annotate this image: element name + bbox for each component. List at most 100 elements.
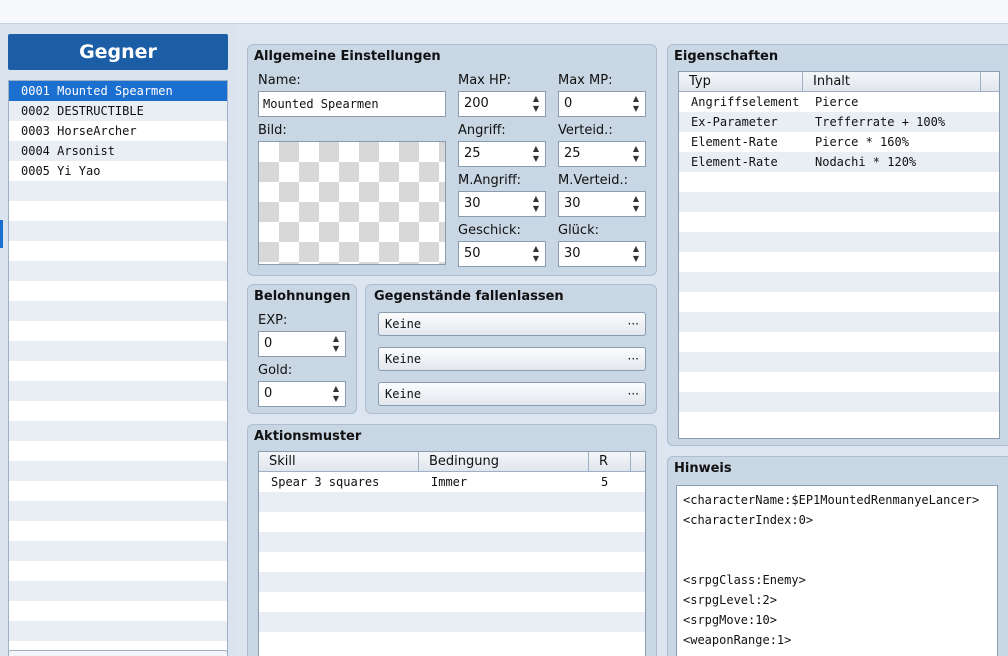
spinner-arrows-icon[interactable]: ▲ ▼ bbox=[529, 94, 543, 114]
enemy-list-empty-row[interactable] bbox=[9, 181, 227, 201]
panel-splitter-handle[interactable] bbox=[0, 220, 3, 248]
enemy-list-empty-row[interactable] bbox=[9, 501, 227, 521]
enemy-list-empty-row[interactable] bbox=[9, 421, 227, 441]
m-defense-spinner[interactable]: 30 ▲ ▼ bbox=[558, 191, 646, 217]
enemy-list-empty-row[interactable] bbox=[9, 581, 227, 601]
note-line bbox=[683, 550, 991, 570]
spinner-arrows-icon[interactable]: ▲ ▼ bbox=[629, 144, 643, 164]
gold-spinner[interactable]: 0 ▲ ▼ bbox=[258, 381, 346, 407]
note-line: <characterIndex:0> bbox=[683, 513, 814, 527]
table-empty-row[interactable] bbox=[679, 412, 999, 432]
max-mp-spinner[interactable]: 0 ▲ ▼ bbox=[558, 91, 646, 117]
enemy-list-empty-row[interactable] bbox=[9, 601, 227, 621]
table-empty-row[interactable] bbox=[679, 192, 999, 212]
column-rating[interactable]: R bbox=[589, 452, 631, 472]
spinner-arrows-icon[interactable]: ▲ ▼ bbox=[329, 384, 343, 404]
spinner-arrows-icon[interactable]: ▲ ▼ bbox=[529, 244, 543, 264]
enemy-list-empty-row[interactable] bbox=[9, 481, 227, 501]
enemy-list-empty-row[interactable] bbox=[9, 621, 227, 641]
max-count-button[interactable] bbox=[8, 650, 228, 656]
m-attack-spinner[interactable]: 30 ▲ ▼ bbox=[458, 191, 546, 217]
table-empty-row[interactable] bbox=[679, 212, 999, 232]
table-empty-row[interactable] bbox=[679, 172, 999, 192]
column-content[interactable]: Inhalt bbox=[803, 72, 981, 92]
table-row[interactable]: Angriffselement Pierce bbox=[679, 92, 999, 112]
table-empty-row[interactable] bbox=[259, 632, 645, 652]
drop-item-1-button[interactable]: Keine ··· bbox=[378, 312, 646, 336]
enemy-list-empty-row[interactable] bbox=[9, 461, 227, 481]
spinner-arrows-icon[interactable]: ▲ ▼ bbox=[529, 194, 543, 214]
table-empty-row[interactable] bbox=[679, 312, 999, 332]
enemy-list-empty-row[interactable] bbox=[9, 201, 227, 221]
spinner-arrows-icon[interactable]: ▲ ▼ bbox=[629, 194, 643, 214]
spinner-arrows-icon[interactable]: ▲ ▼ bbox=[629, 244, 643, 264]
defense-value: 25 bbox=[564, 146, 581, 161]
enemy-list-empty-row[interactable] bbox=[9, 441, 227, 461]
column-condition[interactable]: Bedingung bbox=[419, 452, 589, 472]
action-patterns-table[interactable]: Skill Bedingung R Spear 3 squares Immer 5 bbox=[258, 451, 646, 656]
note-textarea[interactable]: <characterName:$EP1MountedRenmanyeLancer… bbox=[676, 485, 998, 656]
drop-item-3-button[interactable]: Keine ··· bbox=[378, 382, 646, 406]
table-row[interactable]: Element-Rate Pierce * 160% bbox=[679, 132, 999, 152]
table-empty-row[interactable] bbox=[259, 612, 645, 632]
agility-spinner[interactable]: 50 ▲ ▼ bbox=[458, 241, 546, 267]
enemy-list-item[interactable]: 0002 DESTRUCTIBLE bbox=[9, 101, 227, 121]
defense-spinner[interactable]: 25 ▲ ▼ bbox=[558, 141, 646, 167]
enemy-list-empty-row[interactable] bbox=[9, 261, 227, 281]
enemy-list-empty-row[interactable] bbox=[9, 221, 227, 241]
table-empty-row[interactable] bbox=[679, 392, 999, 412]
enemy-list-empty-row[interactable] bbox=[9, 361, 227, 381]
table-row[interactable]: Spear 3 squares Immer 5 bbox=[259, 472, 645, 492]
table-empty-row[interactable] bbox=[259, 492, 645, 512]
enemy-list-item[interactable]: 0003 HorseArcher bbox=[9, 121, 227, 141]
luck-spinner[interactable]: 30 ▲ ▼ bbox=[558, 241, 646, 267]
exp-label: EXP: bbox=[258, 313, 288, 328]
general-settings-title: Allgemeine Einstellungen bbox=[254, 49, 441, 64]
enemy-list-empty-row[interactable] bbox=[9, 381, 227, 401]
traits-table[interactable]: Typ Inhalt Angriffselement Pierce Ex-Param… bbox=[678, 71, 1000, 439]
table-empty-row[interactable] bbox=[679, 272, 999, 292]
enemy-list-empty-row[interactable] bbox=[9, 341, 227, 361]
note-title: Hinweis bbox=[674, 461, 732, 476]
column-skill[interactable]: Skill bbox=[259, 452, 419, 472]
table-empty-row[interactable] bbox=[679, 232, 999, 252]
exp-spinner[interactable]: 0 ▲ ▼ bbox=[258, 331, 346, 357]
enemy-list-item[interactable]: 0004 Arsonist bbox=[9, 141, 227, 161]
spinner-arrows-icon[interactable]: ▲ ▼ bbox=[529, 144, 543, 164]
table-empty-row[interactable] bbox=[679, 372, 999, 392]
action-patterns-group: Aktionsmuster Skill Bedingung R Spear 3 … bbox=[247, 424, 657, 656]
attack-spinner[interactable]: 25 ▲ ▼ bbox=[458, 141, 546, 167]
table-empty-row[interactable] bbox=[679, 292, 999, 312]
enemy-list-empty-row[interactable] bbox=[9, 281, 227, 301]
enemy-list-empty-row[interactable] bbox=[9, 541, 227, 561]
table-empty-row[interactable] bbox=[259, 552, 645, 572]
enemy-image-preview[interactable] bbox=[258, 141, 446, 265]
name-input[interactable]: Mounted Spearmen bbox=[258, 91, 446, 117]
table-empty-row[interactable] bbox=[679, 252, 999, 272]
enemy-list[interactable]: 0001 Mounted Spearmen 0002 DESTRUCTIBLE 00… bbox=[8, 80, 228, 656]
enemy-list-empty-row[interactable] bbox=[9, 401, 227, 421]
spinner-arrows-icon[interactable]: ▲ ▼ bbox=[629, 94, 643, 114]
table-row[interactable]: Ex-Parameter Trefferrate + 100% bbox=[679, 112, 999, 132]
enemy-list-item[interactable]: 0005 Yi Yao bbox=[9, 161, 227, 181]
column-type[interactable]: Typ bbox=[679, 72, 803, 92]
max-hp-spinner[interactable]: 200 ▲ ▼ bbox=[458, 91, 546, 117]
enemy-list-item[interactable]: 0001 Mounted Spearmen bbox=[9, 81, 227, 101]
enemy-list-empty-row[interactable] bbox=[9, 321, 227, 341]
enemy-list-title: Gegner bbox=[8, 34, 228, 70]
table-row[interactable]: Element-Rate Nodachi * 120% bbox=[679, 152, 999, 172]
enemy-list-empty-row[interactable] bbox=[9, 561, 227, 581]
table-empty-row[interactable] bbox=[259, 532, 645, 552]
enemy-list-empty-row[interactable] bbox=[9, 241, 227, 261]
table-empty-row[interactable] bbox=[679, 352, 999, 372]
table-empty-row[interactable] bbox=[259, 592, 645, 612]
table-empty-row[interactable] bbox=[679, 332, 999, 352]
spinner-arrows-icon[interactable]: ▲ ▼ bbox=[329, 334, 343, 354]
note-line: <weaponRange:1> bbox=[683, 633, 792, 647]
drop-item-2-button[interactable]: Keine ··· bbox=[378, 347, 646, 371]
m-defense-value: 30 bbox=[564, 196, 581, 211]
table-empty-row[interactable] bbox=[259, 512, 645, 532]
enemy-list-empty-row[interactable] bbox=[9, 521, 227, 541]
enemy-list-empty-row[interactable] bbox=[9, 301, 227, 321]
table-empty-row[interactable] bbox=[259, 572, 645, 592]
